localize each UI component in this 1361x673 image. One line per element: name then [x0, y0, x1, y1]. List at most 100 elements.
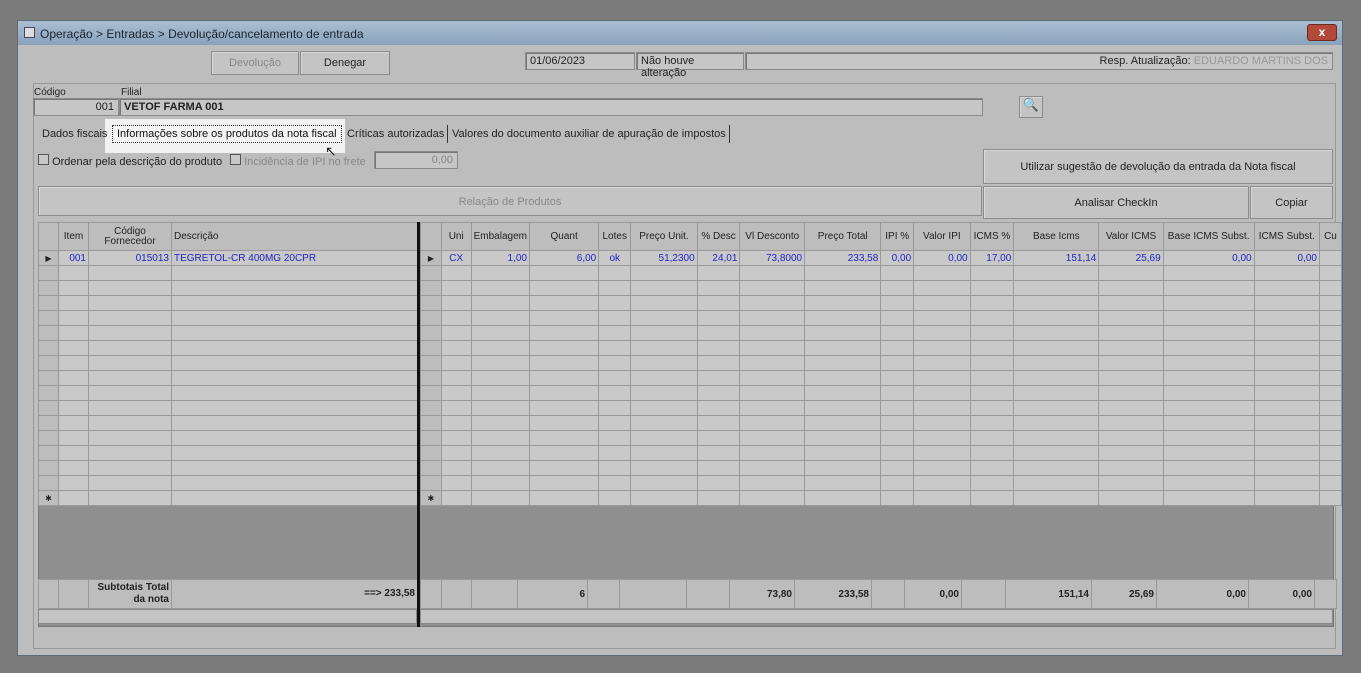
table-cell[interactable]: [630, 370, 698, 386]
table-cell[interactable]: [470, 310, 530, 326]
table-cell[interactable]: [58, 310, 89, 326]
table-cell[interactable]: [1098, 400, 1164, 416]
table-cell[interactable]: [696, 265, 741, 281]
table-cell[interactable]: [969, 295, 1015, 311]
column-header[interactable]: Preço Total: [804, 222, 882, 251]
table-cell[interactable]: [696, 475, 741, 491]
table-cell[interactable]: [630, 490, 698, 506]
table-cell[interactable]: [1318, 265, 1343, 281]
table-cell[interactable]: [1013, 325, 1100, 341]
table-cell[interactable]: [171, 295, 418, 311]
table-cell[interactable]: [1318, 370, 1343, 386]
table-cell[interactable]: [528, 490, 600, 506]
table-cell[interactable]: [1162, 415, 1255, 431]
table-cell[interactable]: [171, 280, 418, 296]
table-cell[interactable]: [440, 475, 472, 491]
table-cell[interactable]: [1253, 415, 1320, 431]
table-cell[interactable]: [598, 370, 632, 386]
table-cell[interactable]: [880, 265, 915, 281]
table-cell[interactable]: [528, 400, 600, 416]
table-cell[interactable]: [804, 325, 882, 341]
table-cell[interactable]: [58, 460, 89, 476]
column-header[interactable]: % Desc: [696, 222, 741, 251]
table-cell[interactable]: [739, 340, 806, 356]
table-cell[interactable]: [1318, 340, 1343, 356]
table-cell[interactable]: [1162, 400, 1255, 416]
table-cell[interactable]: [1013, 385, 1100, 401]
table-cell[interactable]: [913, 415, 971, 431]
table-cell[interactable]: [1318, 280, 1343, 296]
table-cell[interactable]: [739, 370, 806, 386]
table-cell[interactable]: [1318, 445, 1343, 461]
empty-row[interactable]: [420, 310, 1343, 326]
empty-row[interactable]: [420, 415, 1343, 431]
table-cell[interactable]: [739, 445, 806, 461]
table-cell[interactable]: 73,8000: [739, 250, 806, 266]
table-cell[interactable]: [171, 430, 418, 446]
table-cell[interactable]: [88, 430, 172, 446]
table-cell[interactable]: [420, 400, 442, 416]
search-button[interactable]: 🔍: [1019, 96, 1043, 118]
table-cell[interactable]: [696, 430, 741, 446]
table-cell[interactable]: [969, 490, 1015, 506]
table-cell[interactable]: [88, 325, 172, 341]
table-cell[interactable]: [1253, 385, 1320, 401]
table-cell[interactable]: [171, 475, 418, 491]
table-cell[interactable]: [630, 325, 698, 341]
empty-row[interactable]: [38, 295, 418, 311]
table-cell[interactable]: [420, 280, 442, 296]
table-cell[interactable]: [38, 355, 59, 371]
table-cell[interactable]: [739, 355, 806, 371]
table-cell[interactable]: [440, 415, 472, 431]
table-cell[interactable]: [1318, 400, 1343, 416]
column-header[interactable]: Uni: [440, 222, 472, 251]
table-cell[interactable]: [1253, 490, 1320, 506]
right-horizontal-scrollbar[interactable]: [420, 609, 1333, 624]
table-cell[interactable]: [880, 460, 915, 476]
table-cell[interactable]: [969, 400, 1015, 416]
table-cell[interactable]: [880, 445, 915, 461]
table-cell[interactable]: [440, 370, 472, 386]
table-cell[interactable]: [696, 340, 741, 356]
left-horizontal-scrollbar[interactable]: [38, 609, 417, 624]
table-cell[interactable]: [470, 430, 530, 446]
column-header[interactable]: ICMS Subst.: [1253, 222, 1320, 251]
table-cell[interactable]: [1013, 430, 1100, 446]
table-cell[interactable]: [696, 385, 741, 401]
column-header[interactable]: Descrição: [171, 222, 418, 251]
table-cell[interactable]: [880, 280, 915, 296]
table-cell[interactable]: [440, 295, 472, 311]
table-cell[interactable]: [696, 370, 741, 386]
copiar-button[interactable]: Copiar: [1250, 186, 1333, 219]
table-cell[interactable]: [528, 370, 600, 386]
table-cell[interactable]: [630, 295, 698, 311]
empty-row[interactable]: [38, 370, 418, 386]
table-cell[interactable]: [1098, 385, 1164, 401]
table-cell[interactable]: [88, 295, 172, 311]
empty-row[interactable]: [420, 280, 1343, 296]
table-cell[interactable]: [630, 385, 698, 401]
table-cell[interactable]: [58, 415, 89, 431]
empty-row[interactable]: [38, 460, 418, 476]
table-cell[interactable]: [739, 490, 806, 506]
column-header[interactable]: Lotes: [598, 222, 632, 251]
table-cell[interactable]: [1098, 310, 1164, 326]
table-cell[interactable]: [1318, 295, 1343, 311]
column-header[interactable]: Valor ICMS: [1098, 222, 1164, 251]
table-cell[interactable]: [969, 355, 1015, 371]
table-cell[interactable]: [739, 310, 806, 326]
table-cell[interactable]: [58, 280, 89, 296]
table-cell[interactable]: [1098, 445, 1164, 461]
table-cell[interactable]: [1318, 490, 1343, 506]
table-cell[interactable]: [804, 400, 882, 416]
denegar-button[interactable]: Denegar: [300, 51, 390, 75]
table-cell[interactable]: [58, 385, 89, 401]
table-cell[interactable]: [420, 415, 442, 431]
table-cell[interactable]: [440, 310, 472, 326]
empty-row[interactable]: [38, 430, 418, 446]
table-cell[interactable]: [1013, 490, 1100, 506]
table-cell[interactable]: ▶: [38, 250, 59, 266]
table-cell[interactable]: [88, 265, 172, 281]
table-cell[interactable]: [171, 385, 418, 401]
table-cell[interactable]: [969, 340, 1015, 356]
